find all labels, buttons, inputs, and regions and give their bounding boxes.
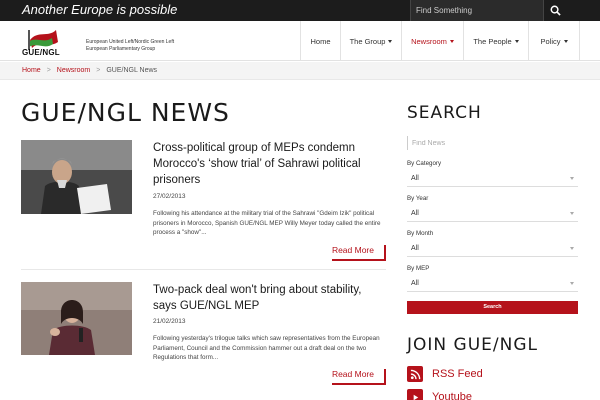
chevron-down-icon	[449, 39, 454, 43]
read-more-link[interactable]: Read More	[331, 369, 386, 385]
nav-the-group-label: The Group	[349, 36, 386, 46]
site-search-button[interactable]	[543, 0, 567, 21]
breadcrumb-current: GUE/NGL News	[106, 67, 158, 74]
org-name: European United Left/Nordic Green Left E…	[86, 39, 174, 53]
chevron-down-icon	[570, 282, 574, 285]
search-heading: SEARCH	[407, 103, 482, 123]
breadcrumb: Home > Newsroom > GUE/NGL News	[0, 62, 600, 80]
tagline: Another Europe is possible	[22, 2, 178, 17]
nav-newsroom[interactable]: Newsroom	[401, 21, 463, 61]
article-photo-image	[21, 282, 132, 355]
filter-mep-label: By MEP	[407, 265, 430, 272]
chevron-down-icon	[388, 39, 393, 43]
article-excerpt: Following his attendance at the military…	[153, 210, 381, 236]
site-header: GUE/NGL European United Left/Nordic Gree…	[0, 21, 600, 61]
article-date: 27/02/2013	[153, 193, 186, 200]
filter-year-value: All	[411, 210, 419, 217]
breadcrumb-newsroom[interactable]: Newsroom	[57, 67, 90, 74]
news-search-input[interactable]	[407, 136, 578, 150]
youtube-icon	[407, 389, 423, 400]
top-bar: Another Europe is possible	[0, 0, 600, 21]
filter-month-select[interactable]: All	[407, 241, 578, 257]
filter-mep-select[interactable]: All	[407, 276, 578, 292]
org-name-line1: European United Left/Nordic Green Left	[86, 39, 175, 45]
chevron-down-icon	[570, 212, 574, 215]
article-thumbnail[interactable]	[21, 282, 132, 355]
filter-year-select[interactable]: All	[407, 206, 578, 222]
rss-icon	[407, 366, 423, 382]
read-more-link[interactable]: Read More	[331, 245, 386, 261]
article-thumbnail[interactable]	[21, 140, 132, 214]
filter-category-select[interactable]: All	[407, 171, 578, 187]
news-article: Two-pack deal won't bring about stabilit…	[21, 282, 386, 387]
filter-month-value: All	[411, 245, 419, 252]
article-title[interactable]: Two-pack deal won't bring about stabilit…	[153, 282, 378, 314]
breadcrumb-separator: >	[96, 67, 101, 74]
join-heading: JOIN GUE/NGL	[407, 335, 538, 355]
chevron-down-icon	[570, 177, 574, 180]
youtube-link[interactable]: Youtube	[407, 389, 472, 400]
breadcrumb-home[interactable]: Home	[22, 67, 41, 74]
nav-newsroom-label: Newsroom	[411, 36, 447, 46]
article-date: 21/02/2013	[153, 318, 186, 325]
search-icon	[550, 5, 561, 16]
nav-home-label: Home	[310, 36, 331, 46]
breadcrumb-separator: >	[46, 67, 51, 74]
news-article: Cross-political group of MEPs condemn Mo…	[21, 140, 386, 265]
filter-mep-value: All	[411, 280, 419, 287]
nav-policy-label: Policy	[540, 36, 561, 46]
article-photo-image	[21, 140, 132, 214]
filter-category-value: All	[411, 175, 419, 182]
nav-the-group[interactable]: The Group	[340, 21, 401, 61]
article-divider	[21, 269, 386, 270]
logo-text: GUE/NGL	[22, 48, 60, 57]
filter-category-label: By Category	[407, 160, 442, 167]
filter-month-label: By Month	[407, 230, 434, 237]
article-excerpt: Following yesterday's trilogue talks whi…	[153, 335, 380, 361]
search-button[interactable]: Search	[407, 301, 578, 314]
nav-the-people[interactable]: The People	[463, 21, 528, 61]
article-title[interactable]: Cross-political group of MEPs condemn Mo…	[153, 140, 378, 188]
nav-home[interactable]: Home	[300, 21, 340, 61]
chevron-down-icon	[570, 247, 574, 250]
org-name-line2: European Parliamentary Group	[86, 46, 156, 52]
filter-year-label: By Year	[407, 195, 429, 202]
youtube-label: Youtube	[432, 391, 472, 400]
rss-feed-label: RSS Feed	[432, 368, 483, 380]
page-title: GUE/NGL NEWS	[21, 98, 230, 127]
nav-policy[interactable]: Policy	[528, 21, 580, 61]
main-nav: Home The Group Newsroom The People Polic…	[300, 21, 580, 61]
nav-the-people-label: The People	[473, 36, 512, 46]
chevron-down-icon	[563, 39, 568, 43]
rss-feed-link[interactable]: RSS Feed	[407, 366, 483, 382]
chevron-down-icon	[514, 39, 519, 43]
site-search-input[interactable]	[411, 0, 543, 21]
site-search	[410, 0, 543, 21]
